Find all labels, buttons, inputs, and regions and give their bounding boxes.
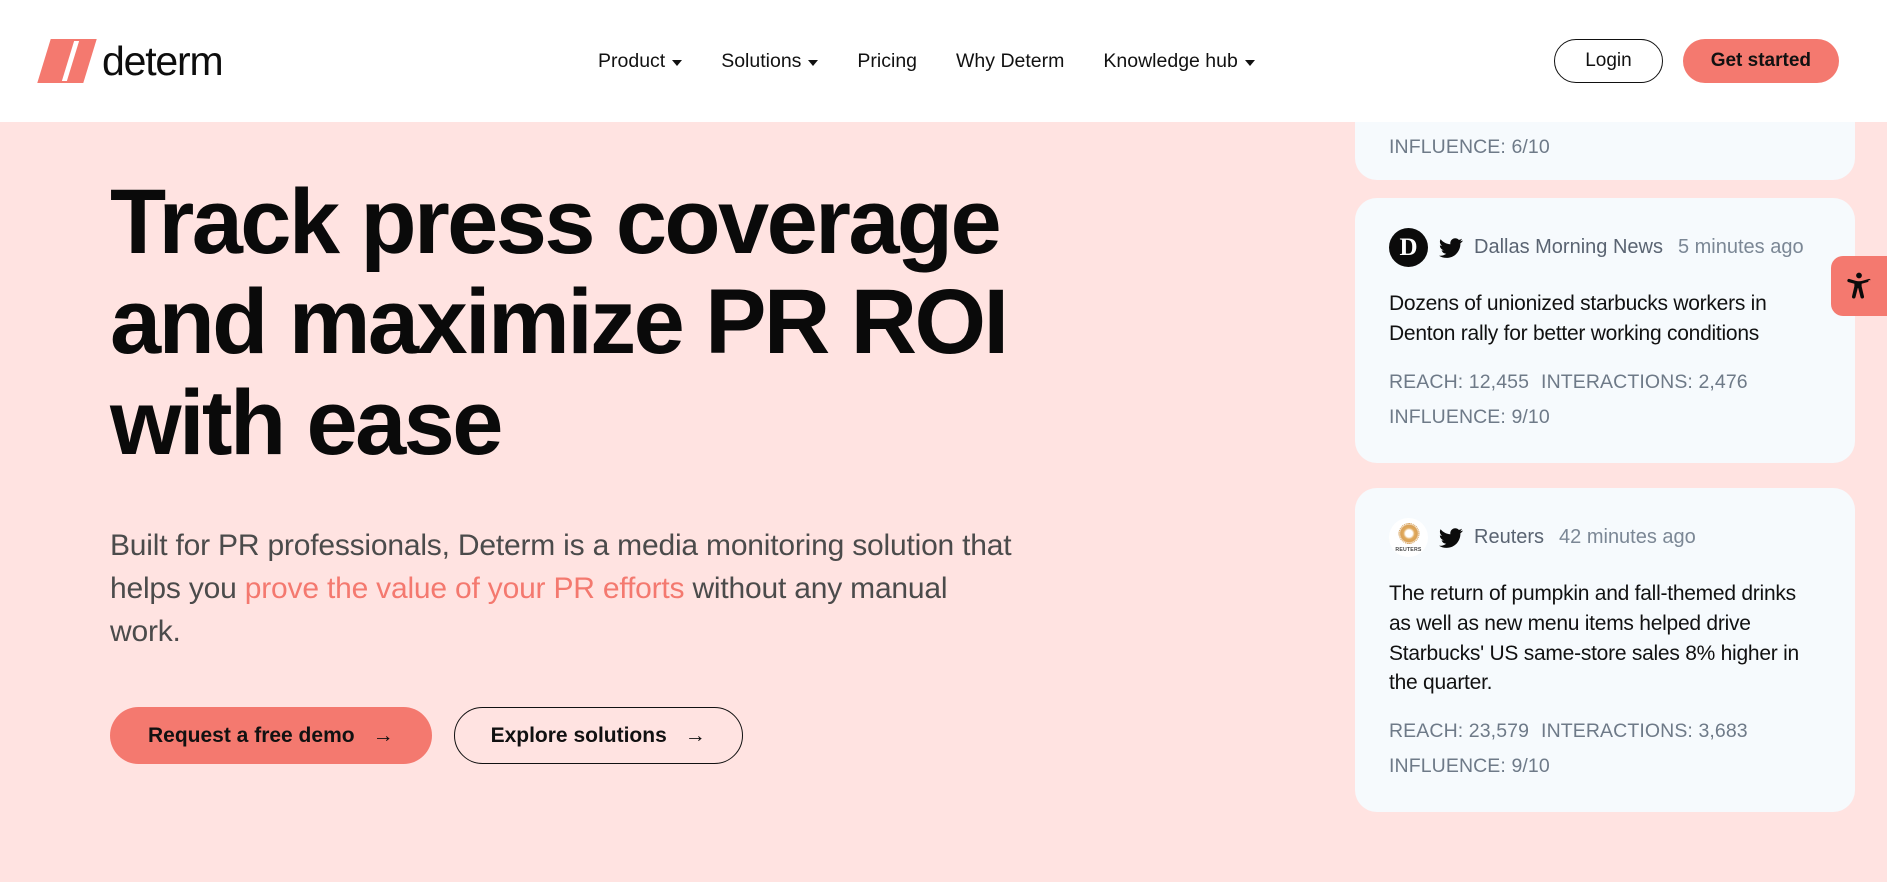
logo-text: determ	[102, 37, 224, 84]
mention-card[interactable]: D Dallas Morning News 5 minutes ago Doze…	[1355, 198, 1855, 463]
interactions-metric: INTERACTIONS: 3,683	[1541, 720, 1748, 743]
source-name: Reuters	[1474, 526, 1545, 548]
page-title: Track press coverage and maximize PR ROI…	[110, 172, 1230, 473]
site-header: determ Product Solutions Pricing Why Det…	[0, 0, 1887, 122]
timestamp: 42 minutes ago	[1559, 526, 1696, 548]
mention-card[interactable]: REUTERS Reuters 42 minutes ago The retur…	[1355, 488, 1855, 813]
request-demo-button[interactable]: Request a free demo →	[110, 707, 432, 765]
get-started-button[interactable]: Get started	[1682, 39, 1839, 83]
mention-card-partial[interactable]: INFLUENCE: 6/10	[1355, 122, 1855, 180]
reach-metric: REACH: 23,579	[1389, 720, 1530, 743]
main-navigation: Product Solutions Pricing Why Determ Kno…	[598, 50, 1255, 73]
hero-section: Track press coverage and maximize PR ROI…	[0, 122, 1887, 882]
influence-metric: INFLUENCE: 9/10	[1389, 755, 1550, 778]
nav-label: Knowledge hub	[1103, 49, 1238, 72]
chevron-down-icon	[1244, 59, 1255, 66]
nav-item-why-determ[interactable]: Why Determ	[956, 50, 1064, 73]
header-actions: Login Get started	[1554, 39, 1839, 83]
cta-button-row: Request a free demo → Explore solutions …	[110, 707, 1230, 765]
nav-label: Solutions	[721, 49, 802, 72]
twitter-icon	[1439, 237, 1463, 258]
influence-metric: INFLUENCE: 9/10	[1389, 405, 1550, 428]
interactions-metric: INTERACTIONS: 2,476	[1541, 370, 1748, 393]
mention-card-header: D Dallas Morning News 5 minutes ago	[1389, 228, 1821, 267]
source-name: Dallas Morning News	[1474, 236, 1663, 258]
explore-solutions-button[interactable]: Explore solutions →	[453, 707, 743, 765]
subheading-highlight: prove the value of your PR efforts	[244, 571, 685, 605]
logo[interactable]: determ	[37, 37, 224, 85]
nav-item-knowledge-hub[interactable]: Knowledge hub	[1103, 49, 1255, 73]
hero-content: Track press coverage and maximize PR ROI…	[110, 172, 1230, 765]
arrow-right-icon: →	[372, 723, 394, 747]
explore-solutions-label: Explore solutions	[490, 723, 667, 747]
mention-headline: Dozens of unionized starbucks workers in…	[1389, 292, 1767, 345]
nav-label: Product	[598, 49, 666, 72]
nav-item-solutions[interactable]: Solutions	[721, 49, 819, 73]
mentions-feed: INFLUENCE: 6/10 D Dallas Morning News 5 …	[1341, 122, 1887, 882]
hero-subheading: Built for PR professionals, Determ is a …	[110, 525, 1020, 654]
avatar: D	[1389, 228, 1428, 267]
twitter-icon	[1439, 527, 1463, 548]
reach-interactions-metrics: REACH: 23,579 INTERACTIONS: 3,683	[1389, 720, 1821, 743]
accessibility-widget-button[interactable]	[1831, 256, 1887, 316]
nav-label: Pricing	[857, 49, 918, 72]
chevron-down-icon	[672, 59, 683, 66]
determ-logo-icon	[37, 39, 97, 83]
chevron-down-icon	[808, 59, 819, 66]
avatar-wordmark: REUTERS	[1395, 547, 1422, 553]
reach-metric: REACH: 12,455	[1389, 370, 1530, 393]
nav-item-pricing[interactable]: Pricing	[857, 50, 917, 73]
reach-interactions-metrics: REACH: 12,455 INTERACTIONS: 2,476	[1389, 371, 1821, 394]
login-button[interactable]: Login	[1554, 39, 1663, 83]
nav-item-product[interactable]: Product	[598, 49, 683, 73]
reuters-sunburst-icon	[1398, 523, 1419, 544]
influence-metric: INFLUENCE: 6/10	[1389, 136, 1550, 158]
avatar: REUTERS	[1389, 518, 1428, 557]
avatar-letter: D	[1399, 233, 1418, 261]
arrow-right-icon: →	[684, 723, 706, 747]
accessibility-person-icon	[1847, 272, 1871, 299]
mention-card-header: REUTERS Reuters 42 minutes ago	[1389, 518, 1821, 557]
request-demo-label: Request a free demo	[148, 723, 355, 747]
headline-line-2: and maximize PR ROI	[110, 271, 1009, 374]
headline-line-3: with ease	[110, 371, 503, 474]
mention-headline: The return of pumpkin and fall-themed dr…	[1389, 582, 1799, 695]
timestamp: 5 minutes ago	[1677, 236, 1804, 258]
headline-line-1: Track press coverage	[110, 171, 1002, 273]
nav-label: Why Determ	[956, 49, 1065, 72]
